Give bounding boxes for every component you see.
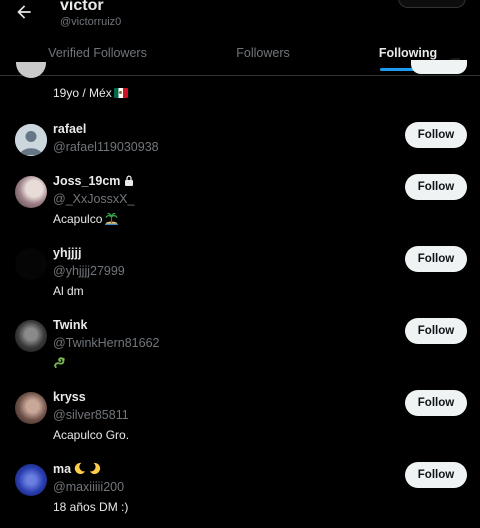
follow-button[interactable]: Follow [405,390,467,416]
list-item[interactable]: yhjjjj @yhjjjj27999 Al dm Follow [0,245,480,320]
user-bio: 18 años DM :) [53,500,129,514]
lock-icon [125,175,134,186]
user-bio: Al dm [53,284,84,298]
avatar[interactable] [15,248,47,280]
avatar[interactable] [15,124,47,156]
default-avatar-icon [15,124,47,156]
list-item[interactable]: 19yo / Méx [0,60,480,108]
user-bio: 19yo / Méx [53,85,128,101]
avatar[interactable] [15,464,47,496]
user-bio [53,355,66,371]
user-handle: @maxiiiii200 [53,480,125,494]
user-name[interactable]: rafael [53,121,86,137]
list-item[interactable]: ma @maxiiiii200 18 años DM :) Follow [0,461,480,528]
user-handle: @_XxJossxX_ [53,192,135,206]
avatar[interactable] [16,62,46,78]
profile-handle: @victorruiz0 [60,16,122,28]
user-bio: Acapulco [53,211,119,227]
tab-following-label: Following [378,46,438,60]
user-handle: @yhjjjj27999 [53,264,125,278]
follow-button[interactable]: Follow [405,318,467,344]
avatar[interactable] [15,320,47,352]
follow-button[interactable]: Follow [405,246,467,272]
profile-header: victor @victorruiz0 [0,0,480,32]
list-item[interactable]: Twink @TwinkHern81662 Follow [0,317,480,392]
user-bio: Acapulco Gro. [53,428,130,442]
user-name[interactable]: Joss_19cm [53,173,134,189]
profile-name: victor [60,0,104,14]
desert-island-icon [105,212,119,225]
mexico-flag-icon [113,88,128,98]
user-name[interactable]: Twink [53,317,88,333]
follow-button[interactable]: Follow [405,462,467,488]
follow-button[interactable]: Follow [405,174,467,200]
list-item[interactable]: kryss @silver85811 Acapulco Gro. Follow [0,389,480,464]
list-item[interactable]: Joss_19cm @_XxJossxX_ Acapulco Follow [0,173,480,248]
user-name[interactable]: ma [53,461,102,477]
avatar[interactable] [15,392,47,424]
follow-tabs: Verified Followers Followers Following [0,40,480,76]
user-handle: @rafael119030938 [53,140,159,154]
user-name[interactable]: kryss [53,389,86,405]
follow-button[interactable]: Follow [405,122,467,148]
user-name[interactable]: yhjjjj [53,245,81,261]
moon-icons [74,462,101,474]
avatar[interactable] [15,176,47,208]
back-arrow-icon[interactable] [14,2,34,22]
follow-button[interactable] [411,60,467,74]
user-handle: @TwinkHern81662 [53,336,160,350]
header-action-button[interactable] [398,0,466,8]
user-handle: @silver85811 [53,408,129,422]
tab-followers[interactable]: Followers [220,40,306,75]
dragon-icon [54,357,65,369]
tab-verified-followers[interactable]: Verified Followers [30,40,165,75]
